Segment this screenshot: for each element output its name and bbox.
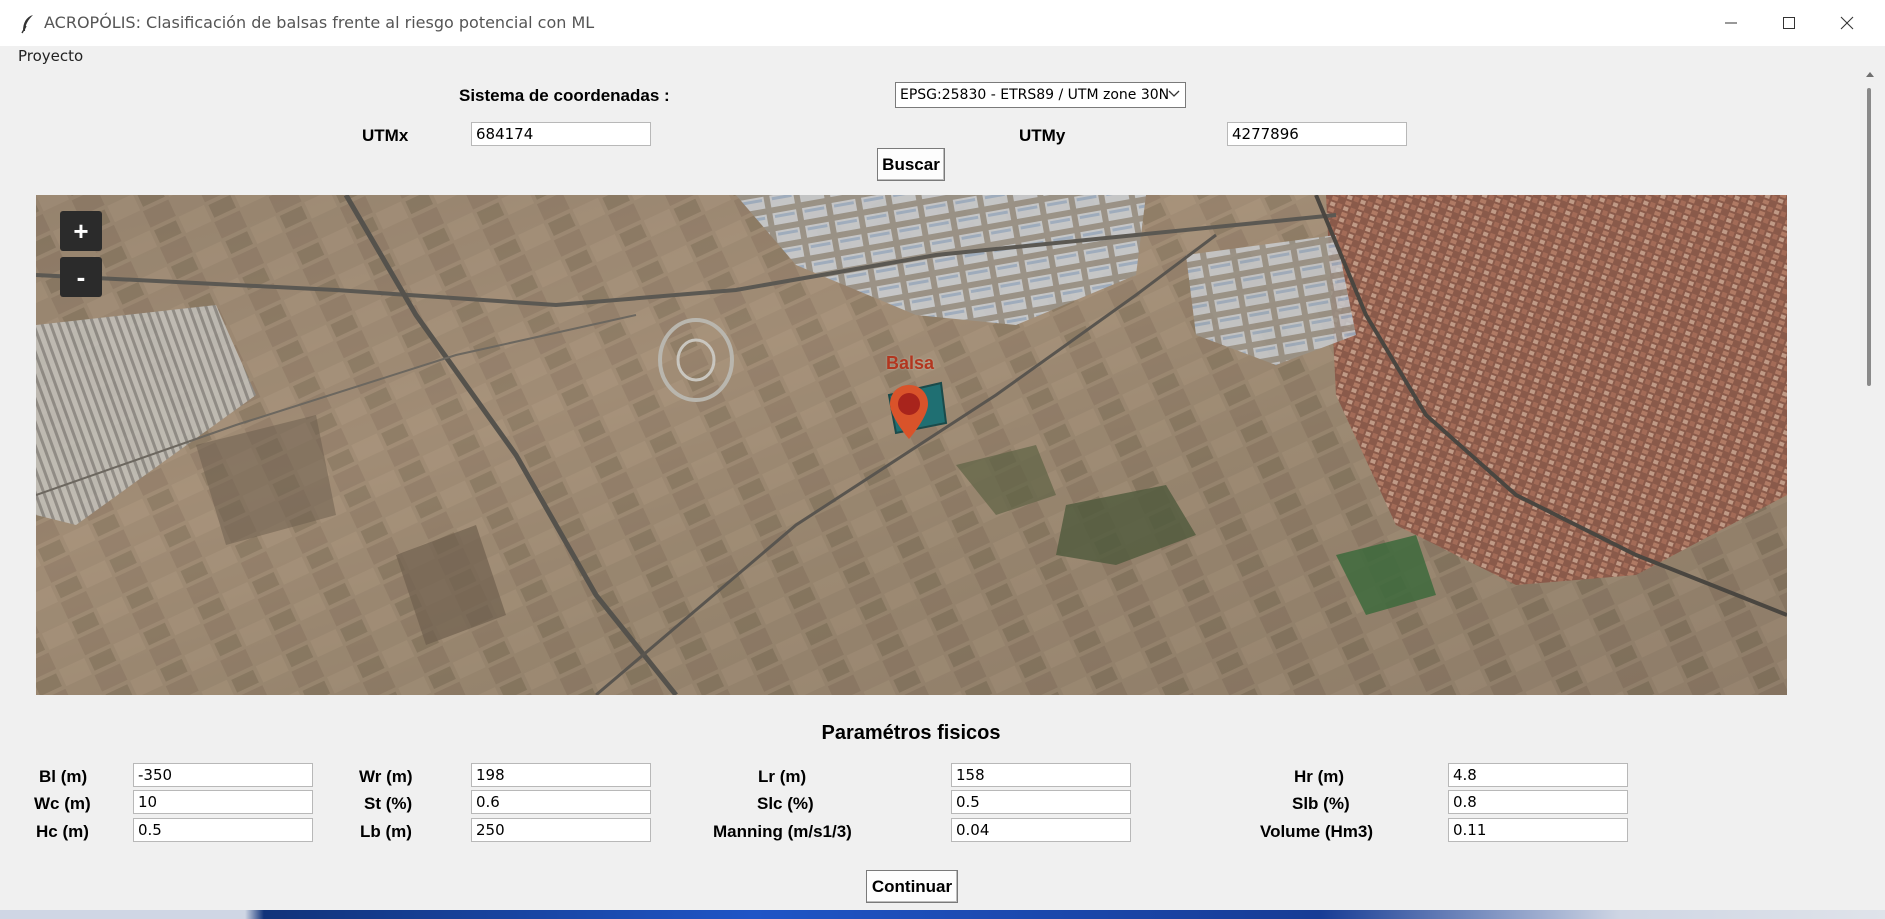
param-input-slb[interactable]: 0.8 [1448, 790, 1628, 814]
param-input-manning[interactable]: 0.04 [951, 818, 1131, 842]
param-label-lr: Lr (m) [758, 767, 807, 786]
chevron-down-icon [1168, 90, 1180, 97]
pin-icon[interactable] [888, 383, 930, 441]
param-label-st: St (%) [364, 794, 413, 813]
param-label-hc: Hc (m) [36, 822, 89, 841]
minimize-icon [1725, 22, 1737, 24]
param-label-manning: Manning (m/s1/3) [713, 822, 852, 841]
satellite-map-image [36, 195, 1787, 695]
parameters-title: Paramétros fisicos [821, 722, 1001, 744]
maximize-icon [1783, 17, 1795, 29]
close-icon [1840, 16, 1854, 30]
close-button[interactable] [1818, 0, 1876, 46]
utmy-label: UTMy [1019, 126, 1066, 145]
scrollbar-thumb[interactable] [1867, 88, 1871, 386]
param-label-slb: Slb (%) [1292, 794, 1350, 813]
param-input-st[interactable]: 0.6 [471, 790, 651, 814]
app-window: ACROPÓLIS: Clasificación de balsas frent… [0, 0, 1885, 910]
param-label-volume: Volume (Hm3) [1260, 822, 1374, 841]
utmx-input[interactable]: 684174 [471, 122, 651, 146]
window-title: ACROPÓLIS: Clasificación de balsas frent… [44, 13, 595, 32]
param-input-bl[interactable]: -350 [133, 763, 313, 787]
coordinate-system-value: EPSG:25830 - ETRS89 / UTM zone 30N [900, 87, 1170, 103]
param-label-slc: Slc (%) [757, 794, 814, 813]
param-input-wc[interactable]: 10 [133, 790, 313, 814]
menu-proyecto[interactable]: Proyecto [18, 47, 83, 65]
param-input-slc[interactable]: 0.5 [951, 790, 1131, 814]
utmy-input[interactable]: 4277896 [1227, 122, 1407, 146]
coordinate-system-select[interactable]: EPSG:25830 - ETRS89 / UTM zone 30N [895, 82, 1186, 108]
param-label-wr: Wr (m) [359, 767, 413, 786]
param-label-wc: Wc (m) [34, 794, 91, 813]
param-label-lb: Lb (m) [360, 822, 412, 841]
utmx-label: UTMx [362, 126, 409, 145]
continue-button[interactable]: Continuar [866, 870, 958, 903]
param-label-hr: Hr (m) [1294, 767, 1345, 786]
search-button[interactable]: Buscar [877, 148, 945, 181]
vertical-scrollbar[interactable] [1861, 68, 1879, 910]
param-input-hr[interactable]: 4.8 [1448, 763, 1628, 787]
minimize-button[interactable] [1702, 0, 1760, 46]
zoom-out-button[interactable]: - [60, 257, 102, 297]
param-input-hc[interactable]: 0.5 [133, 818, 313, 842]
maximize-button[interactable] [1760, 0, 1818, 46]
feather-icon [21, 15, 33, 34]
scroll-up-icon[interactable] [1861, 68, 1879, 80]
title-bar: ACROPÓLIS: Clasificación de balsas frent… [0, 0, 1885, 46]
param-label-bl: Bl (m) [39, 767, 88, 786]
param-input-wr[interactable]: 198 [471, 763, 651, 787]
param-input-lr[interactable]: 158 [951, 763, 1131, 787]
coordinate-system-label: Sistema de coordenadas : [459, 86, 670, 105]
menu-bar: Proyecto [0, 46, 1885, 68]
param-input-lb[interactable]: 250 [471, 818, 651, 842]
marker-label: Balsa [886, 353, 935, 373]
param-input-volume[interactable]: 0.11 [1448, 818, 1628, 842]
map-view[interactable]: + - Balsa [36, 195, 1787, 695]
zoom-in-button[interactable]: + [60, 211, 102, 251]
